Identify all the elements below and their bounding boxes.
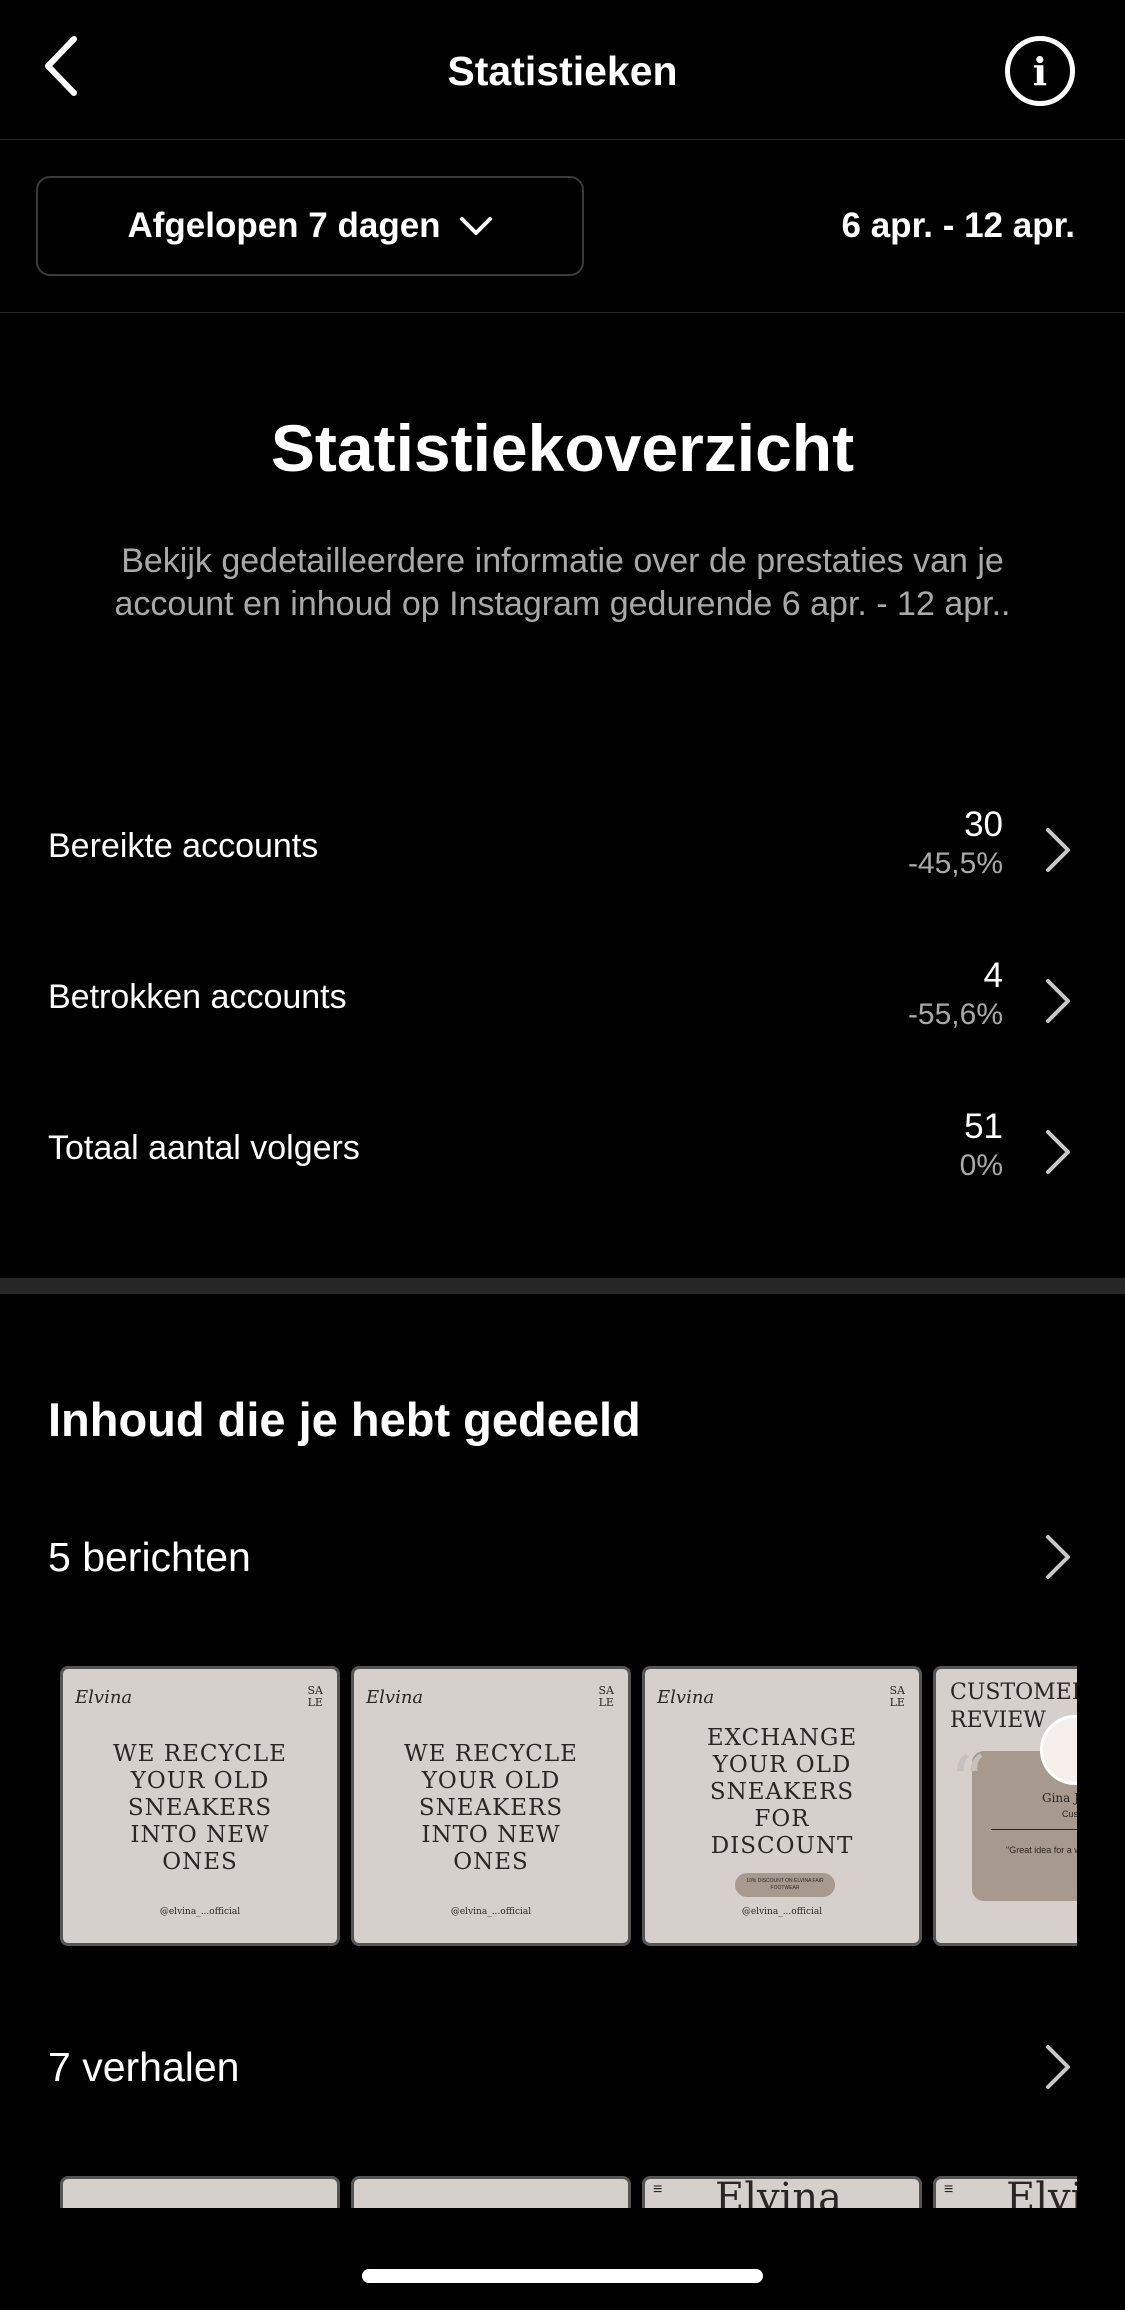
post-corner-text: SA LE bbox=[307, 1684, 323, 1709]
quote-icon: “ bbox=[950, 1741, 986, 1823]
post-thumbnail[interactable]: Elvina SA LE WE RECYCLE YOUR OLD SNEAKER… bbox=[351, 1666, 631, 1946]
content-section-title: Inhoud die je hebt gedeeld bbox=[48, 1393, 641, 1446]
post-corner-text: SA LE bbox=[598, 1684, 614, 1709]
chevron-down-icon bbox=[459, 217, 492, 235]
post-handle: @elvina_...official bbox=[741, 1907, 823, 1917]
posts-label: 5 berichten bbox=[48, 1534, 251, 1580]
home-indicator[interactable] bbox=[362, 2269, 763, 2283]
metric-label: Betrokken accounts bbox=[48, 978, 347, 1016]
info-icon: i bbox=[1032, 48, 1048, 94]
metric-change: 0% bbox=[959, 1149, 1003, 1182]
review-name: Gina Ja bbox=[1042, 1791, 1077, 1805]
story-brand: Elvina bbox=[715, 2176, 842, 2208]
metric-row-reached-accounts[interactable]: Bereikte accounts 30 -45,5% bbox=[0, 805, 1125, 925]
date-range-text: 6 apr. - 12 apr. bbox=[841, 206, 1075, 245]
metric-change: -55,6% bbox=[907, 998, 1003, 1031]
review-text: "Great idea for a wait to order my soon!… bbox=[1006, 1845, 1077, 1855]
section-divider bbox=[0, 1278, 1125, 1294]
chevron-right-icon bbox=[1046, 979, 1070, 1023]
story-thumbnail[interactable]: ≡ Elvi bbox=[933, 2176, 1077, 2208]
menu-icon: ≡ bbox=[944, 2181, 954, 2198]
story-thumbnail[interactable] bbox=[60, 2176, 340, 2208]
menu-icon: ≡ bbox=[653, 2181, 663, 2198]
post-headline: WE RECYCLE YOUR OLD SNEAKERS INTO NEW ON… bbox=[404, 1741, 578, 1875]
metric-row-engaged-accounts[interactable]: Betrokken accounts 4 -55,6% bbox=[0, 956, 1125, 1076]
metric-value: 30 bbox=[964, 805, 1003, 844]
post-handle: @elvina_...official bbox=[159, 1907, 241, 1917]
stories-label: 7 verhalen bbox=[48, 2044, 240, 2090]
review-role: Custo bbox=[1062, 1809, 1077, 1819]
overview-description: Bekijk gedetailleerdere informatie over … bbox=[114, 542, 1011, 623]
story-thumbnail[interactable] bbox=[351, 2176, 631, 2208]
story-thumbnail[interactable]: ≡ Elvina bbox=[642, 2176, 922, 2208]
info-button[interactable]: i bbox=[1005, 36, 1075, 106]
date-range-dropdown-label: Afgelopen 7 dagen bbox=[127, 206, 441, 245]
posts-row[interactable]: 5 berichten bbox=[0, 1528, 1125, 1588]
metric-label: Totaal aantal volgers bbox=[48, 1129, 360, 1167]
discount-pill: 10% DISCOUNT ON ELVINA FAIR FOOTWEAR bbox=[735, 1873, 835, 1897]
post-thumbnail[interactable]: CUSTOMER REVIEW “ Gina Ja Custo "Great i… bbox=[933, 1666, 1077, 1946]
filter-bar: Afgelopen 7 dagen 6 apr. - 12 apr. bbox=[0, 140, 1125, 313]
post-thumbnail[interactable]: Elvina SA LE EXCHANGE YOUR OLD SNEAKERS … bbox=[642, 1666, 922, 1946]
story-brand: Elvi bbox=[1006, 2176, 1077, 2208]
stories-row[interactable]: 7 verhalen bbox=[0, 2038, 1125, 2098]
post-thumbnail[interactable]: Elvina SA LE WE RECYCLE YOUR OLD SNEAKER… bbox=[60, 1666, 340, 1946]
metric-value: 51 bbox=[964, 1107, 1003, 1146]
chevron-right-icon bbox=[1046, 828, 1070, 872]
posts-carousel[interactable]: Elvina SA LE WE RECYCLE YOUR OLD SNEAKER… bbox=[60, 1666, 1077, 1946]
post-brand: Elvina bbox=[366, 1687, 424, 1708]
metric-change: -45,5% bbox=[907, 847, 1003, 880]
date-range-dropdown[interactable]: Afgelopen 7 dagen bbox=[36, 176, 584, 276]
overview-title: Statistiekoverzicht bbox=[270, 411, 855, 485]
chevron-right-icon bbox=[1046, 1535, 1070, 1579]
page-title: Statistieken bbox=[447, 48, 678, 94]
post-corner-text: SA LE bbox=[889, 1684, 905, 1709]
top-bar: Statistieken i bbox=[0, 0, 1125, 140]
metric-row-total-followers[interactable]: Totaal aantal volgers 51 0% bbox=[0, 1107, 1125, 1227]
metric-label: Bereikte accounts bbox=[48, 827, 319, 865]
post-handle: @elvina_...official bbox=[450, 1907, 532, 1917]
post-brand: Elvina bbox=[657, 1687, 715, 1708]
post-brand: Elvina bbox=[75, 1687, 133, 1708]
post-headline: EXCHANGE YOUR OLD SNEAKERS FOR DISCOUNT bbox=[706, 1725, 858, 1859]
post-headline: WE RECYCLE YOUR OLD SNEAKERS INTO NEW ON… bbox=[113, 1741, 287, 1875]
chevron-right-icon bbox=[1046, 1130, 1070, 1174]
review-divider bbox=[991, 1829, 1077, 1830]
metric-value: 4 bbox=[983, 956, 1003, 995]
chevron-right-icon bbox=[1046, 2045, 1070, 2089]
stories-carousel[interactable]: ≡ Elvina ≡ Elvi bbox=[60, 2176, 1077, 2208]
